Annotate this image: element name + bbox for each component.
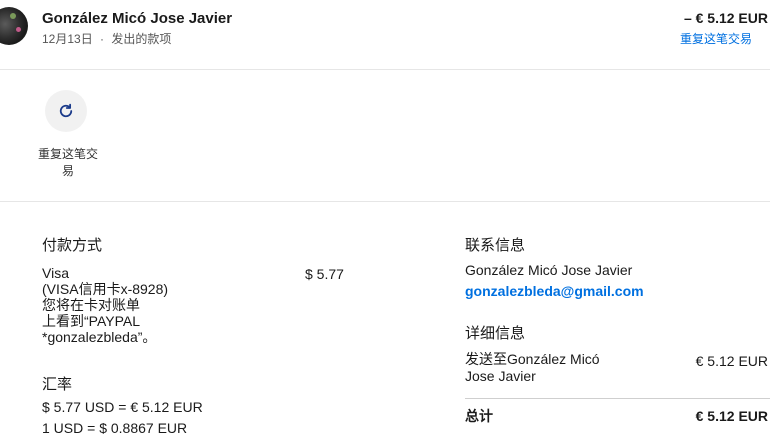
transaction-date: 12月13日 [42, 32, 93, 46]
payment-amount: $ 5.77 [305, 266, 344, 282]
recipient-name: González Micó Jose Javier [42, 10, 233, 27]
transaction-type: 发出的款项 [111, 32, 172, 46]
transaction-subline: 12月13日 · 发出的款项 [42, 30, 171, 47]
contact-title: 联系信息 [465, 237, 526, 254]
payment-section: 付款方式 Visa (VISA信用卡x-8928) 您将在卡对账单 上看到“PA… [42, 234, 362, 345]
payment-line: (VISA信用卡x-8928) [42, 281, 169, 297]
repeat-transaction-link[interactable]: 重复这笔交易 [680, 30, 752, 47]
total-divider [465, 398, 770, 399]
payment-line: 您将在卡对账单 [42, 297, 140, 313]
details-description: 发送至González Micó Jose Javier [465, 351, 635, 385]
payment-method-details: Visa (VISA信用卡x-8928) 您将在卡对账单 上看到“PAYPAL … [42, 265, 192, 345]
contact-section: 联系信息 [465, 234, 768, 255]
total-label: 总计 [465, 408, 493, 424]
payment-line: Visa [42, 265, 69, 281]
refresh-icon [59, 103, 73, 118]
details-description-line: 发送至González Micó [465, 351, 600, 367]
payment-line: *gonzalezbleda”。 [42, 329, 157, 345]
details-amount: € 5.12 EUR [695, 353, 768, 369]
exchange-rate-title: 汇率 [42, 376, 73, 393]
payment-line: 上看到“PAYPAL [42, 313, 141, 329]
avatar [0, 7, 28, 45]
total-amount: € 5.12 EUR [695, 408, 768, 424]
subline-separator: · [100, 32, 105, 46]
exchange-rate-line-2: 1 USD = $ 0.8867 EUR [42, 420, 188, 434]
contact-name: González Micó Jose Javier [465, 262, 633, 278]
exchange-rate-line-1: $ 5.77 USD = € 5.12 EUR [42, 399, 203, 415]
repeat-transaction-button[interactable] [45, 90, 87, 132]
payment-method-title: 付款方式 [42, 237, 103, 254]
contact-email-link[interactable]: gonzalezbleda@gmail.com [465, 283, 644, 299]
details-description-line: Jose Javier [465, 368, 536, 384]
payment-method-row: Visa (VISA信用卡x-8928) 您将在卡对账单 上看到“PAYPAL … [42, 265, 362, 345]
header-amount: – € 5.12 EUR [683, 10, 768, 26]
transaction-header: González Micó Jose Javier 12月13日 · 发出的款项… [0, 0, 770, 70]
repeat-transaction-label[interactable]: 重复这笔交易 [34, 146, 102, 180]
details-title: 详细信息 [465, 325, 526, 342]
actions-bar: 重复这笔交易 [0, 70, 770, 202]
